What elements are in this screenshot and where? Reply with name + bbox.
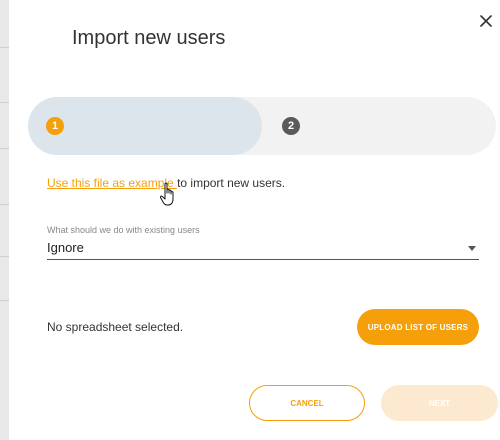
upload-list-button[interactable]: UPLOAD LIST OF USERS — [357, 309, 479, 345]
close-icon — [480, 15, 492, 27]
close-button[interactable] — [475, 10, 497, 32]
backdrop-divider — [0, 204, 9, 205]
upload-status-text: No spreadsheet selected. — [47, 320, 184, 334]
example-file-link[interactable]: Use this file as example — [47, 176, 177, 190]
existing-users-label: What should we do with existing users — [47, 225, 200, 235]
backdrop-divider — [0, 47, 9, 48]
backdrop-page-edge — [0, 0, 9, 440]
import-users-dialog: Import new users 1 2 Use this file as ex… — [9, 0, 500, 440]
instruction-text: to import new users. — [177, 176, 286, 190]
backdrop-divider — [0, 102, 9, 103]
next-button[interactable]: NEXT — [381, 385, 498, 421]
backdrop-divider — [0, 148, 9, 149]
existing-users-select[interactable]: Ignore — [47, 238, 479, 260]
cancel-button[interactable]: CANCEL — [249, 385, 365, 421]
step-1-indicator: 1 — [46, 117, 64, 135]
backdrop-divider — [0, 300, 9, 301]
chevron-down-icon — [468, 246, 476, 251]
dialog-title: Import new users — [72, 27, 226, 49]
pointer-hand-cursor-icon — [159, 182, 174, 206]
existing-users-value: Ignore — [47, 240, 84, 255]
step-2-indicator: 2 — [282, 117, 300, 135]
import-stepper: 1 2 — [28, 97, 496, 155]
backdrop-divider — [0, 256, 9, 257]
